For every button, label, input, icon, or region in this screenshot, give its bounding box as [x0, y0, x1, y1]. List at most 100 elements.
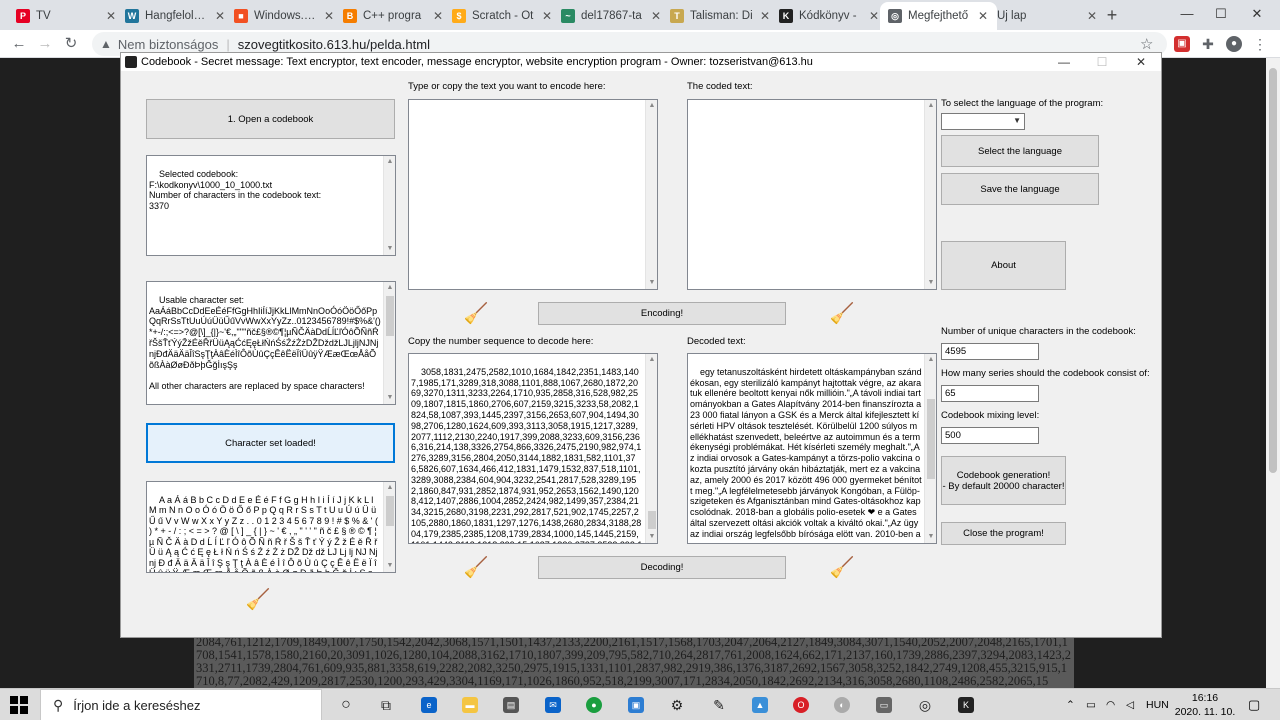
back-icon[interactable]: ←	[8, 33, 30, 55]
store-icon[interactable]: ▤	[503, 697, 519, 713]
browser-tab[interactable]: K Kódkönyv - ✕	[771, 2, 888, 30]
close-window-icon[interactable]: ✕	[1234, 0, 1280, 30]
about-button[interactable]: About	[941, 241, 1066, 290]
language-select[interactable]: ▼	[941, 113, 1025, 130]
tab-title: Hangfelolvasó	[145, 10, 208, 22]
language-indicator[interactable]: HUN	[1146, 689, 1169, 720]
steam-icon[interactable]: ◎	[912, 693, 938, 717]
clear-encode-broom-icon[interactable]: 🧹	[461, 301, 491, 327]
extension-pdf-icon[interactable]: ▣	[1174, 36, 1190, 52]
browser-tab[interactable]: W Hangfelolvasó ✕	[117, 2, 234, 30]
decode-input-textarea[interactable]: 3058,1831,2475,2582,1010,1684,1842,2351,…	[408, 353, 658, 544]
close-tab-icon[interactable]: ✕	[977, 9, 989, 23]
extensions-puzzle-icon[interactable]: ✚	[1200, 36, 1216, 52]
chrome-icon[interactable]: ●	[586, 697, 602, 713]
close-tab-icon[interactable]: ✕	[105, 9, 117, 23]
close-tab-icon[interactable]: ✕	[650, 9, 662, 23]
browser-tab[interactable]: $ Scratch - Ót ✕	[444, 2, 561, 30]
tab-title: TV	[36, 10, 51, 22]
browser-tab-active[interactable]: ◎ Megfejthető ✕	[880, 2, 997, 30]
browser-tab[interactable]: ~ del17867-ta ✕	[553, 2, 670, 30]
close-tab-icon[interactable]: ✕	[214, 9, 226, 23]
open-codebook-button[interactable]: 1. Open a codebook	[146, 99, 395, 139]
codebook-app-window: Codebook - Secret message: Text encrypto…	[120, 52, 1162, 638]
bookmark-star-icon[interactable]: ☆	[1140, 35, 1153, 53]
coded-text-label: The coded text:	[687, 81, 753, 92]
talisman-icon: T	[670, 9, 684, 23]
close-tab-icon[interactable]: ✕	[868, 9, 880, 23]
app-minimize-icon[interactable]: —	[1049, 53, 1079, 71]
opera-icon[interactable]: O	[793, 697, 809, 713]
clear-decoded-broom-icon[interactable]: 🧹	[827, 555, 857, 581]
tab-title: C++ progra	[363, 10, 422, 22]
start-windows-icon[interactable]	[10, 696, 28, 714]
charset-preview-box[interactable]: A a Á á B b C c D d E e É é F f G g H h …	[146, 481, 396, 573]
settings-gear-icon[interactable]: ⚙	[664, 693, 690, 717]
close-tab-icon[interactable]: ✕	[541, 9, 553, 23]
clear-coded-broom-icon[interactable]: 🧹	[827, 301, 857, 327]
network-icon[interactable]: ◠	[1106, 689, 1115, 720]
codebook-info-box[interactable]: Selected codebook: F:\kodkonyv\1000_10_1…	[146, 155, 396, 256]
disc-icon[interactable]: ◐	[834, 697, 850, 713]
browser-tab[interactable]: Új lap ✕	[989, 2, 1106, 30]
close-tab-icon[interactable]: ✕	[432, 9, 444, 23]
encode-input-textarea[interactable]: ▲ ▼	[408, 99, 658, 290]
save-language-button[interactable]: Save the language	[941, 173, 1099, 205]
app-close-icon[interactable]: ✕	[1126, 53, 1156, 71]
series-input[interactable]: 65	[941, 385, 1039, 402]
cortana-icon[interactable]: ○	[333, 693, 359, 717]
sheet-icon: ~	[561, 9, 575, 23]
browser-tab[interactable]: B C++ progra ✕	[335, 2, 452, 30]
tool-icon[interactable]: ✎	[706, 693, 732, 717]
close-tab-icon[interactable]: ✕	[759, 9, 771, 23]
clear-charset-broom-icon[interactable]: 🧹	[243, 587, 273, 613]
taskbar-clock[interactable]: 16:16 2020. 11. 10.	[1170, 691, 1240, 719]
browser-tab[interactable]: ■ Windows.Me ✕	[226, 2, 343, 30]
mixing-input[interactable]: 500	[941, 427, 1039, 444]
task-view-icon[interactable]: ⧉	[373, 693, 399, 717]
app-icon[interactable]: ▭	[876, 697, 892, 713]
clock-time: 16:16	[1191, 692, 1219, 704]
decoded-text-value: egy tetanuszoltásként hirdetett oltáskam…	[690, 366, 924, 539]
app-icon[interactable]: ▲	[752, 697, 768, 713]
menu-kebab-icon[interactable]: ⋮	[1252, 36, 1268, 52]
encoding-button[interactable]: Encoding!	[538, 302, 786, 325]
usable-charset-box[interactable]: Usable character set: AaÁáBbCcDdEeÉéFfGg…	[146, 281, 396, 405]
volume-icon[interactable]: ◁	[1126, 689, 1134, 720]
taskbar-search-box[interactable]: ⚲ Írjon ide a kereséshez	[40, 689, 322, 720]
browser-tab[interactable]: P TV ✕	[8, 2, 125, 30]
browser-tab[interactable]: T Talisman: Di ✕	[662, 2, 779, 30]
encode-input-label: Type or copy the text you want to encode…	[408, 81, 606, 92]
tab-title: Megfejthető	[908, 10, 969, 22]
clear-decode-broom-icon[interactable]: 🧹	[461, 555, 491, 581]
tab-title: del17867-ta	[581, 10, 642, 22]
close-tab-icon[interactable]: ✕	[1086, 9, 1098, 23]
decoded-text-textarea[interactable]: egy tetanuszoltásként hirdetett oltáskam…	[687, 353, 937, 544]
close-tab-icon[interactable]: ✕	[323, 9, 335, 23]
tray-chevron-icon[interactable]: ⌃	[1066, 689, 1075, 720]
select-language-button[interactable]: Select the language	[941, 135, 1099, 167]
coded-text-textarea[interactable]: ▲ ▼	[687, 99, 937, 290]
mail-icon[interactable]: ✉	[545, 697, 561, 713]
decoding-button[interactable]: Decoding!	[538, 556, 786, 579]
charset-loaded-button[interactable]: Character set loaded!	[146, 423, 395, 463]
decode-input-value: 3058,1831,2475,2582,1010,1684,1842,2351,…	[411, 366, 642, 543]
app-icon[interactable]: ▣	[628, 697, 644, 713]
codebook-taskbar-icon[interactable]: K	[958, 697, 974, 713]
battery-icon[interactable]: ▭	[1086, 689, 1096, 720]
page-scrollbar[interactable]	[1266, 58, 1280, 688]
notifications-icon[interactable]: ▢	[1248, 689, 1260, 720]
chevron-down-icon: ▼	[1013, 116, 1021, 125]
tab-title: Új lap	[997, 10, 1027, 22]
new-tab-button[interactable]: +	[1100, 4, 1124, 26]
file-explorer-icon[interactable]: ▬	[462, 697, 478, 713]
warning-icon: ▲	[100, 37, 112, 51]
app-title-bar: Codebook - Secret message: Text encrypto…	[121, 53, 1161, 71]
generate-codebook-button[interactable]: Codebook generation! - By default 20000 …	[941, 456, 1066, 505]
forward-icon[interactable]: →	[34, 33, 56, 55]
reload-icon[interactable]: ↻	[60, 33, 82, 55]
close-program-button[interactable]: Close the program!	[941, 522, 1066, 545]
edge-icon[interactable]: e	[421, 697, 437, 713]
unique-chars-input[interactable]: 4595	[941, 343, 1039, 360]
profile-avatar-icon[interactable]: ●	[1226, 36, 1242, 52]
